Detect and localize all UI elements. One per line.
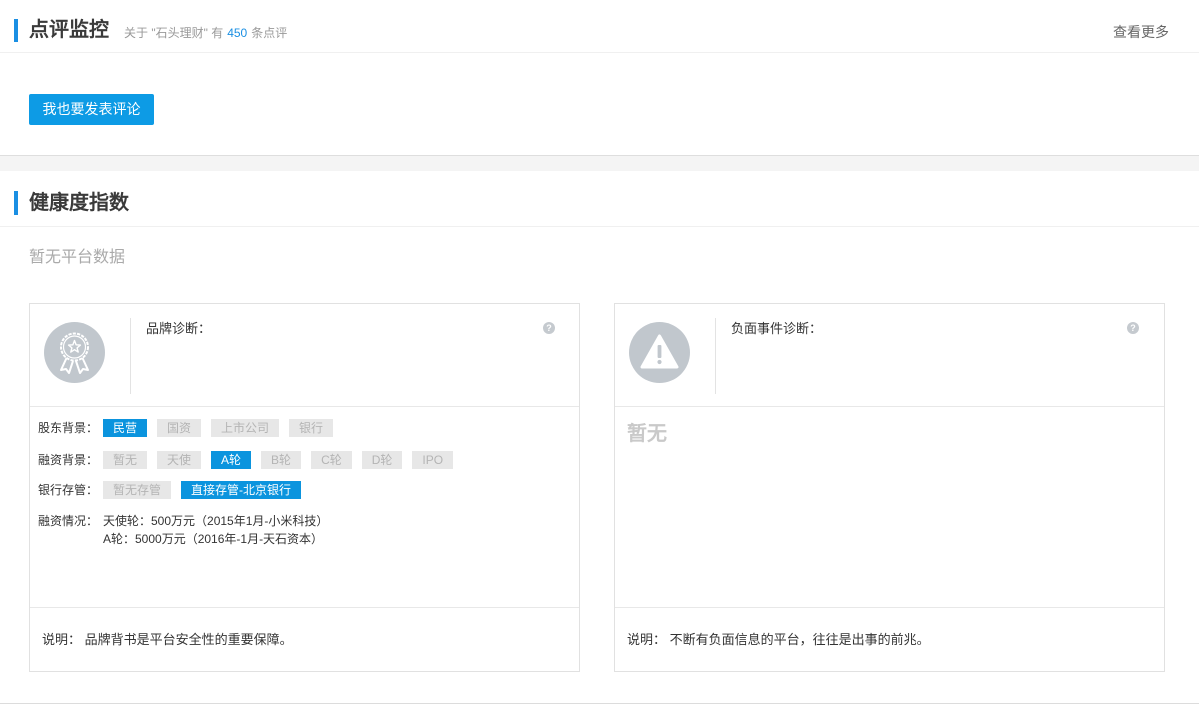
- card-header: 负面事件诊断：: [615, 304, 1164, 407]
- tag: 银行: [289, 419, 334, 437]
- tag: 暂无存管: [103, 481, 172, 499]
- tag-group: 民营 国资 上市公司 银行: [103, 419, 343, 437]
- financing-details-row: 融资情况： 天使轮：500万元（2015年1月-小米科技） A轮：5000万元（…: [30, 512, 579, 546]
- post-review-button[interactable]: 我也要发表评论: [29, 94, 154, 125]
- review-header: 点评监控 关于 "石头理财" 有 450 条点评 查看更多: [0, 0, 1199, 53]
- tag: 暂无: [103, 451, 148, 469]
- tag: IPO: [412, 451, 454, 469]
- negative-details: 暂无: [615, 407, 1164, 608]
- row-label: 银行存管：: [38, 483, 99, 497]
- tag: 民营: [103, 419, 148, 437]
- section-separator: [0, 155, 1199, 171]
- subtitle-suffix: 条点评: [251, 26, 288, 40]
- card-header: 品牌诊断：: [30, 304, 579, 407]
- brand-details: 股东背景： 民营 国资 上市公司 银行 融资背景： 暂无 天使 A轮 B轮 C轮…: [30, 407, 579, 608]
- tag: D轮: [361, 451, 403, 469]
- financing-lines: 天使轮：500万元（2015年1月-小米科技） A轮：5000万元（2016年-…: [103, 512, 328, 548]
- tag: 天使: [157, 451, 202, 469]
- award-ribbon-icon: [44, 322, 105, 383]
- bank-custody-row: 银行存管： 暂无存管 直接存管-北京银行: [30, 481, 579, 499]
- row-label: 融资背景：: [38, 453, 99, 467]
- empty-state-text: 暂无: [627, 423, 667, 445]
- card-note: 说明： 不断有负面信息的平台，往往是出事的前兆。: [627, 632, 930, 647]
- tag: 直接存管-北京银行: [181, 481, 302, 499]
- title-accent-bar: [14, 191, 18, 215]
- health-title: 健康度指数: [29, 192, 129, 214]
- tag: 国资: [157, 419, 202, 437]
- tag: 上市公司: [211, 419, 280, 437]
- brand-diagnosis-title: 品牌诊断：: [146, 321, 212, 336]
- shareholder-row: 股东背景： 民营 国资 上市公司 银行: [30, 419, 579, 437]
- subtitle-prefix: 关于 "石头理财" 有: [124, 26, 224, 40]
- financing-stage-row: 融资背景： 暂无 天使 A轮 B轮 C轮 D轮 IPO: [30, 451, 579, 469]
- warning-icon: [629, 322, 690, 383]
- help-icon[interactable]: [1127, 322, 1139, 334]
- page: 点评监控 关于 "石头理财" 有 450 条点评 查看更多 我也要发表评论 健康度指…: [0, 0, 1199, 704]
- tag-group: 暂无存管 直接存管-北京银行: [103, 481, 311, 499]
- review-count: 450: [227, 26, 248, 40]
- title-accent-bar: [14, 19, 18, 42]
- header-divider: [715, 318, 716, 394]
- row-label: 股东背景：: [38, 421, 99, 435]
- no-platform-data: 暂无平台数据: [29, 249, 126, 266]
- financing-line: 天使轮：500万元（2015年1月-小米科技）: [103, 514, 329, 528]
- tag-group: 暂无 天使 A轮 B轮 C轮 D轮 IPO: [103, 451, 463, 469]
- negative-event-card: 负面事件诊断： 暂无 说明： 不断有负面信息的平台，往往是出事的前兆。: [614, 303, 1165, 672]
- health-header: 健康度指数: [0, 171, 1199, 227]
- financing-line: A轮：5000万元（2016年-1月-天石资本）: [103, 532, 324, 546]
- header-divider: [130, 318, 131, 394]
- tag: B轮: [261, 451, 302, 469]
- brand-diagnosis-card: 品牌诊断： 股东背景： 民营 国资 上市公司 银行 融资背景： 暂无 天使 A轮: [29, 303, 580, 672]
- row-label: 融资情况：: [38, 514, 99, 528]
- view-more-link[interactable]: 查看更多: [1113, 23, 1169, 41]
- review-title: 点评监控: [29, 19, 109, 41]
- tag: A轮: [211, 451, 252, 469]
- review-subtitle: 关于 "石头理财" 有 450 条点评: [124, 25, 287, 41]
- negative-diagnosis-title: 负面事件诊断：: [731, 321, 823, 336]
- tag: C轮: [311, 451, 352, 469]
- help-icon[interactable]: [543, 322, 555, 334]
- card-note: 说明： 品牌背书是平台安全性的重要保障。: [42, 632, 293, 647]
